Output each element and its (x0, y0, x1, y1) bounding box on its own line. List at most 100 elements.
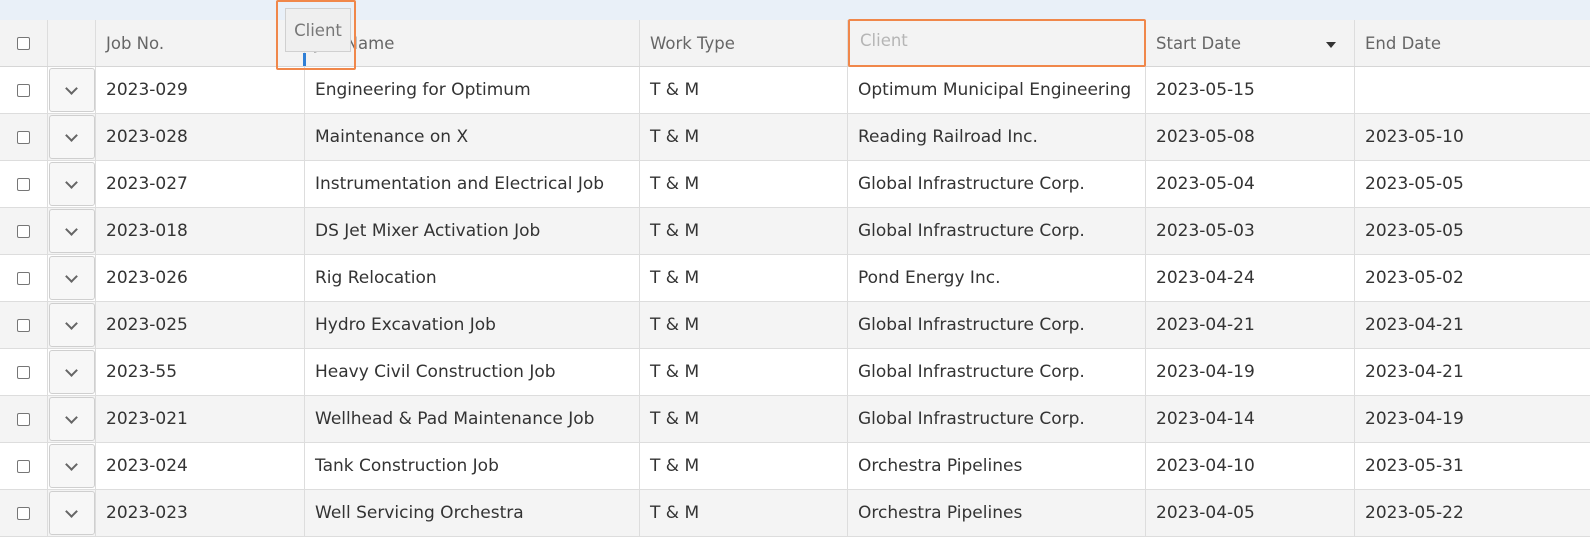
grid-header-row: Job No. Job Name Work Type Start Date En… (0, 20, 1590, 67)
cell-end-date: 2023-05-05 (1365, 174, 1464, 194)
chevron-down-icon (65, 175, 78, 189)
row-expander-cell (48, 349, 96, 395)
table-row[interactable]: 2023-024 Tank Construction Job T & M Orches… (0, 443, 1590, 490)
expand-row-button[interactable] (48, 115, 95, 159)
cell-client: Global Infrastructure Corp. (848, 302, 1146, 348)
cell-end-date: 2023-04-21 (1365, 315, 1464, 335)
expand-row-button[interactable] (48, 350, 95, 394)
header-select-cell (0, 20, 48, 66)
cell-client: Global Infrastructure Corp. (848, 396, 1146, 442)
cell-client: Reading Railroad Inc. (848, 114, 1146, 160)
table-row[interactable]: 2023-029 Engineering for Optimum T & M Opti… (0, 67, 1590, 114)
row-checkbox[interactable] (17, 365, 30, 379)
cell-job-name: DS Jet Mixer Activation Job (305, 208, 640, 254)
cell-job-no: 2023-029 (96, 67, 305, 113)
expand-row-button[interactable] (48, 68, 95, 112)
grid-body: 2023-029 Engineering for Optimum T & M Opti… (0, 67, 1590, 537)
cell-end-date (1355, 67, 1590, 113)
column-header-end-date[interactable]: End Date (1355, 20, 1590, 66)
expand-row-button[interactable] (48, 162, 95, 206)
row-expander-cell (48, 302, 96, 348)
row-checkbox[interactable] (17, 318, 30, 332)
cell-client: Global Infrastructure Corp. (848, 208, 1146, 254)
row-checkbox[interactable] (17, 224, 30, 238)
cell-start-date: 2023-04-21 (1146, 302, 1355, 348)
cell-end-date: 2023-05-10 (1365, 127, 1464, 147)
cell-job-name: Maintenance on X (305, 114, 640, 160)
table-row[interactable]: 2023-025 Hydro Excavation Job T & M Global … (0, 302, 1590, 349)
row-checkbox[interactable] (17, 459, 30, 473)
row-expander-cell (48, 161, 96, 207)
row-expander-cell (48, 208, 96, 254)
expand-row-button[interactable] (48, 209, 95, 253)
row-select-cell (0, 443, 48, 489)
cell-client: Optimum Municipal Engineering (848, 67, 1146, 113)
cell-start-date: 2023-05-04 (1146, 161, 1355, 207)
column-header-start-date-label: Start Date (1156, 33, 1241, 53)
row-checkbox[interactable] (17, 506, 30, 520)
jobs-grid: Job No. Job Name Work Type Start Date En… (0, 20, 1590, 537)
expand-row-button[interactable] (48, 256, 95, 300)
row-expander-cell (48, 67, 96, 113)
cell-client: Global Infrastructure Corp. (848, 349, 1146, 395)
column-header-work-type[interactable]: Work Type (640, 20, 848, 66)
table-row[interactable]: 2023-023 Well Servicing Orchestra T & M Orc… (0, 490, 1590, 537)
cell-start-date: 2023-05-15 (1146, 67, 1355, 113)
chevron-down-icon (65, 410, 78, 424)
sort-descending-icon (1326, 42, 1336, 48)
row-checkbox[interactable] (17, 177, 30, 191)
cell-work-type: T & M (640, 396, 848, 442)
cell-end-date: 2023-05-31 (1365, 456, 1464, 476)
row-select-cell (0, 161, 48, 207)
cell-work-type: T & M (640, 490, 848, 536)
table-row[interactable]: 2023-026 Rig Relocation T & M Pond Energy I… (0, 255, 1590, 302)
cell-job-no: 2023-023 (96, 490, 305, 536)
cell-work-type: T & M (640, 302, 848, 348)
chevron-down-icon (65, 81, 78, 95)
row-expander-cell (48, 443, 96, 489)
row-select-cell (0, 349, 48, 395)
expand-row-button[interactable] (48, 444, 95, 488)
cell-client: Orchestra Pipelines (848, 443, 1146, 489)
cell-start-date: 2023-04-24 (1146, 255, 1355, 301)
row-checkbox[interactable] (17, 130, 30, 144)
cell-work-type: T & M (640, 349, 848, 395)
table-row[interactable]: 2023-027 Instrumentation and Electrical J… (0, 161, 1590, 208)
cell-job-name: Wellhead & Pad Maintenance Job (305, 396, 640, 442)
cell-work-type: T & M (640, 67, 848, 113)
cell-end-date: 2023-05-05 (1365, 221, 1464, 241)
header-expander-cell (48, 20, 96, 66)
column-header-start-date[interactable]: Start Date (1146, 20, 1355, 66)
cell-client: Pond Energy Inc. (848, 255, 1146, 301)
cell-job-no: 2023-025 (96, 302, 305, 348)
cell-start-date: 2023-04-10 (1146, 443, 1355, 489)
row-checkbox[interactable] (17, 412, 30, 426)
row-expander-cell (48, 114, 96, 160)
cell-end-date: 2023-04-19 (1365, 409, 1464, 429)
cell-job-no: 2023-018 (96, 208, 305, 254)
expand-row-button[interactable] (48, 491, 95, 535)
cell-end-date: 2023-04-21 (1365, 362, 1464, 382)
cell-job-no: 2023-021 (96, 396, 305, 442)
row-select-cell (0, 396, 48, 442)
column-drag-ghost[interactable]: Client (285, 8, 351, 52)
cell-start-date: 2023-04-14 (1146, 396, 1355, 442)
column-header-job-no[interactable]: Job No. (96, 20, 305, 66)
row-expander-cell (48, 396, 96, 442)
row-checkbox[interactable] (17, 271, 30, 285)
table-row[interactable]: 2023-018 DS Jet Mixer Activation Job T & M… (0, 208, 1590, 255)
cell-start-date: 2023-04-19 (1146, 349, 1355, 395)
chevron-down-icon (65, 269, 78, 283)
cell-job-no: 2023-028 (96, 114, 305, 160)
expand-row-button[interactable] (48, 303, 95, 347)
row-expander-cell (48, 255, 96, 301)
table-row[interactable]: 2023-021 Wellhead & Pad Maintenance Job T … (0, 396, 1590, 443)
select-all-checkbox[interactable] (17, 36, 30, 50)
table-row[interactable]: 2023-028 Maintenance on XT & M Reading Rai… (0, 114, 1590, 161)
expand-row-button[interactable] (48, 397, 95, 441)
cell-work-type: T & M (640, 255, 848, 301)
row-checkbox[interactable] (17, 83, 30, 97)
chevron-down-icon (65, 457, 78, 471)
table-row[interactable]: 2023-55 Heavy Civil Construction Job T & M… (0, 349, 1590, 396)
chevron-down-icon (65, 504, 78, 518)
